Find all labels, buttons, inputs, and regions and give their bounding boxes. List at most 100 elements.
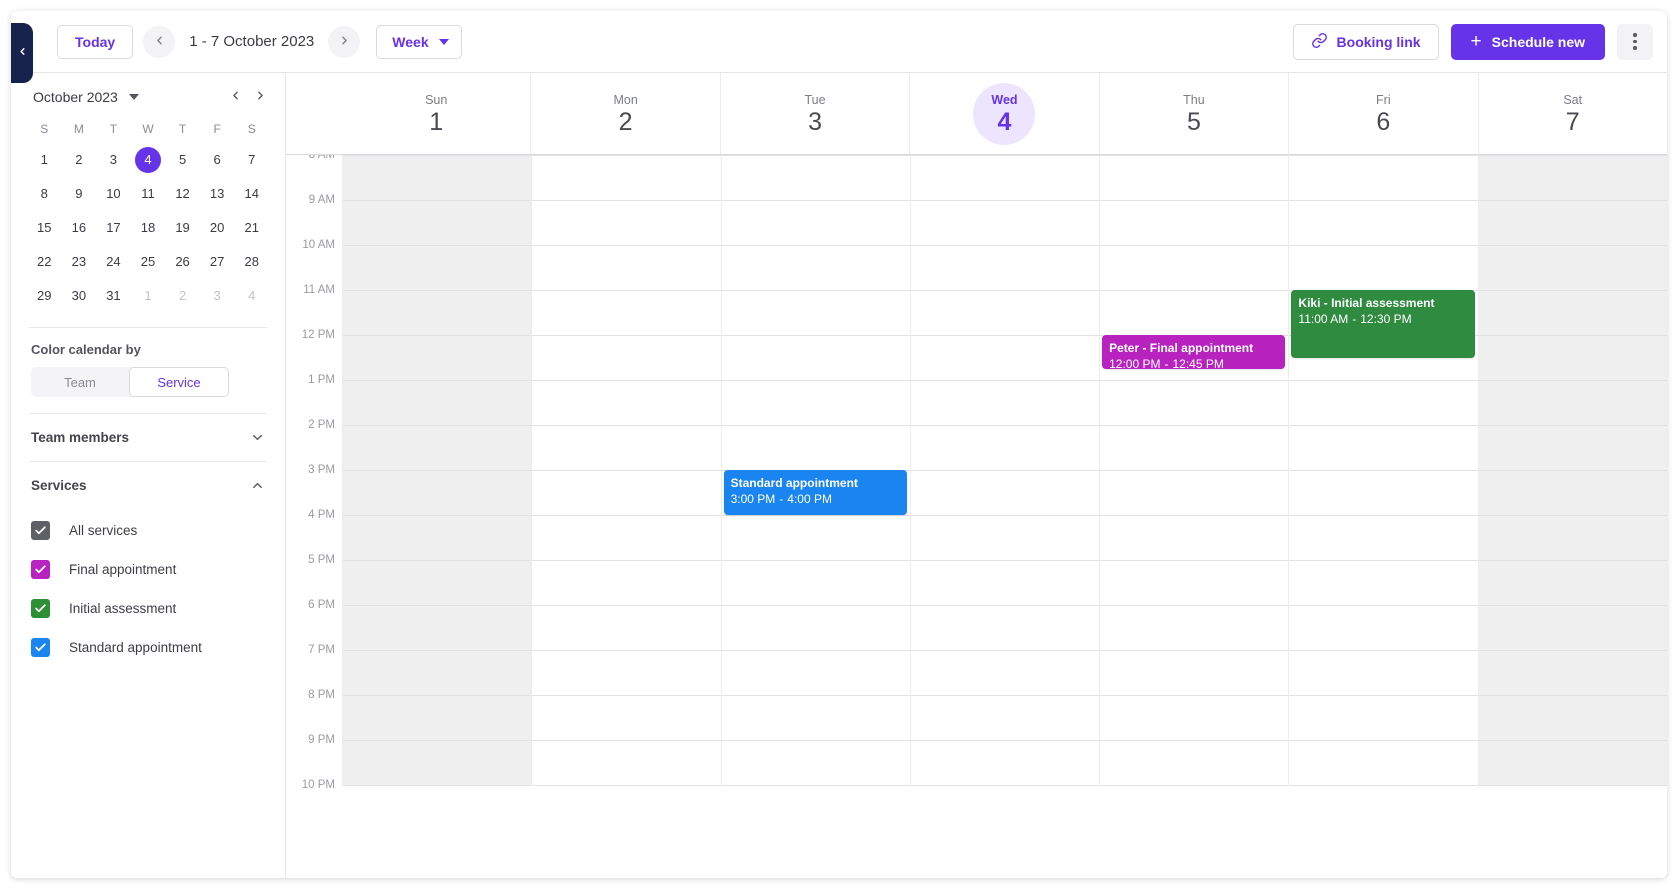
day-header-inner: Sun1 bbox=[405, 83, 467, 145]
day-column[interactable] bbox=[531, 155, 720, 785]
day-header[interactable]: Mon2 bbox=[530, 73, 719, 154]
day-column[interactable] bbox=[1478, 155, 1667, 785]
service-filter-row[interactable]: Final appointment bbox=[31, 550, 265, 589]
mini-calendar-day[interactable]: 11 bbox=[131, 179, 166, 209]
day-column[interactable] bbox=[910, 155, 1099, 785]
mini-calendar-day[interactable]: 24 bbox=[96, 247, 131, 277]
mini-calendar-day-selected[interactable]: 4 bbox=[131, 145, 166, 175]
mini-calendar-day[interactable]: 14 bbox=[234, 179, 269, 209]
mini-calendar-dow: T bbox=[96, 117, 131, 141]
mini-calendar-day[interactable]: 5 bbox=[165, 145, 200, 175]
team-members-section-toggle[interactable]: Team members bbox=[11, 414, 285, 461]
day-header[interactable]: Sun1 bbox=[342, 73, 530, 154]
mini-calendar-day[interactable]: 2 bbox=[62, 145, 97, 175]
mini-calendar-day[interactable]: 18 bbox=[131, 213, 166, 243]
day-header-cells: Sun1 Mon2Tue3Wed4Thu5Fri6Sat7 bbox=[342, 73, 1667, 154]
color-by-service-option[interactable]: Service bbox=[129, 367, 229, 397]
previous-week-button[interactable] bbox=[143, 26, 175, 58]
hour-gridline bbox=[343, 515, 531, 516]
service-filter-row[interactable]: Standard appointment bbox=[31, 628, 265, 667]
mini-calendar-grid: SMTWTFS123456789101112131415161718192021… bbox=[11, 111, 285, 311]
day-header[interactable]: Thu5 bbox=[1099, 73, 1288, 154]
hour-gridline bbox=[722, 605, 910, 606]
service-filter-row[interactable]: All services bbox=[31, 511, 265, 550]
hour-gridline bbox=[911, 155, 1099, 156]
mini-calendar-day[interactable]: 22 bbox=[27, 247, 62, 277]
mini-calendar-day[interactable]: 15 bbox=[27, 213, 62, 243]
day-header[interactable]: Tue3 bbox=[720, 73, 909, 154]
schedule-new-button[interactable]: + Schedule new bbox=[1451, 24, 1605, 60]
hour-gridline bbox=[722, 515, 910, 516]
mini-calendar-day[interactable]: 1 bbox=[131, 281, 166, 311]
mini-calendar-day[interactable]: 3 bbox=[96, 145, 131, 175]
mini-calendar-day[interactable]: 9 bbox=[62, 179, 97, 209]
mini-calendar-day[interactable]: 25 bbox=[131, 247, 166, 277]
mini-calendar-day[interactable]: 21 bbox=[234, 213, 269, 243]
day-header[interactable]: Fri6 bbox=[1288, 73, 1477, 154]
today-button[interactable]: Today bbox=[57, 25, 133, 59]
hour-gridline bbox=[911, 515, 1099, 516]
day-header-today[interactable]: Wed4 bbox=[909, 73, 1098, 154]
mini-calendar-day[interactable]: 19 bbox=[165, 213, 200, 243]
mini-calendar-day[interactable]: 26 bbox=[165, 247, 200, 277]
mini-calendar-day[interactable]: 8 bbox=[27, 179, 62, 209]
more-options-button[interactable] bbox=[1617, 24, 1653, 60]
mini-calendar-day[interactable]: 20 bbox=[200, 213, 235, 243]
calendar-event[interactable]: Standard appointment3:00 PM-4:00 PM bbox=[724, 470, 907, 515]
booking-link-button[interactable]: Booking link bbox=[1293, 24, 1439, 60]
mini-calendar-day[interactable]: 16 bbox=[62, 213, 97, 243]
mini-calendar-day[interactable]: 3 bbox=[200, 281, 235, 311]
hour-gridline bbox=[1479, 740, 1667, 741]
time-gutter-label: 10 AM bbox=[302, 239, 335, 251]
mini-calendar-day[interactable]: 2 bbox=[165, 281, 200, 311]
hour-gridline bbox=[1289, 785, 1477, 786]
checkbox-checked-icon[interactable] bbox=[31, 599, 50, 618]
day-header[interactable]: Sat7 bbox=[1478, 73, 1667, 154]
day-column[interactable]: Standard appointment3:00 PM-4:00 PM bbox=[721, 155, 910, 785]
mini-calendar-day[interactable]: 6 bbox=[200, 145, 235, 175]
mini-calendar-day[interactable]: 23 bbox=[62, 247, 97, 277]
day-column[interactable]: Peter - Final appointment12:00 PM-12:45 … bbox=[1099, 155, 1288, 785]
checkbox-checked-icon[interactable] bbox=[31, 638, 50, 657]
services-section-toggle[interactable]: Services bbox=[11, 462, 285, 509]
mini-calendar-next-button[interactable] bbox=[254, 89, 267, 105]
hour-gridline bbox=[532, 380, 720, 381]
service-filter-row[interactable]: Initial assessment bbox=[31, 589, 265, 628]
next-week-button[interactable] bbox=[328, 26, 360, 58]
mini-calendar-day[interactable]: 28 bbox=[234, 247, 269, 277]
chevron-down-icon[interactable] bbox=[129, 94, 139, 100]
mini-calendar-day-number: 21 bbox=[244, 220, 258, 235]
mini-calendar-day[interactable]: 31 bbox=[96, 281, 131, 311]
mini-calendar-prev-button[interactable] bbox=[229, 89, 242, 105]
mini-calendar-day[interactable]: 1 bbox=[27, 145, 62, 175]
hour-gridline bbox=[911, 425, 1099, 426]
calendar-grid-scroll[interactable]: 8 AM9 AM10 AM11 AM12 PM1 PM2 PM3 PM4 PM5… bbox=[286, 155, 1667, 878]
calendar-event[interactable]: Kiki - Initial assessment11:00 AM-12:30 … bbox=[1291, 290, 1474, 358]
mini-calendar-day[interactable]: 27 bbox=[200, 247, 235, 277]
hour-gridline bbox=[1289, 245, 1477, 246]
day-column[interactable] bbox=[342, 155, 531, 785]
color-by-team-option[interactable]: Team bbox=[31, 367, 129, 397]
mini-calendar-day[interactable]: 30 bbox=[62, 281, 97, 311]
checkbox-checked-icon[interactable] bbox=[31, 560, 50, 579]
view-selector-dropdown[interactable]: Week bbox=[376, 25, 461, 59]
hour-gridline bbox=[1479, 470, 1667, 471]
time-gutter-label: 6 PM bbox=[308, 599, 335, 611]
time-gutter: 8 AM9 AM10 AM11 AM12 PM1 PM2 PM3 PM4 PM5… bbox=[286, 155, 342, 785]
mini-calendar-day[interactable]: 10 bbox=[96, 179, 131, 209]
hour-gridline bbox=[722, 290, 910, 291]
hour-gridline bbox=[1479, 560, 1667, 561]
day-column[interactable]: Kiki - Initial assessment11:00 AM-12:30 … bbox=[1288, 155, 1477, 785]
mini-calendar-day[interactable]: 12 bbox=[165, 179, 200, 209]
hour-gridline bbox=[1100, 425, 1288, 426]
hour-gridline bbox=[722, 695, 910, 696]
hour-gridline bbox=[911, 290, 1099, 291]
mini-calendar-day[interactable]: 4 bbox=[234, 281, 269, 311]
calendar-event[interactable]: Peter - Final appointment12:00 PM-12:45 … bbox=[1102, 335, 1285, 369]
mini-calendar-day[interactable]: 29 bbox=[27, 281, 62, 311]
mini-calendar-day[interactable]: 17 bbox=[96, 213, 131, 243]
sidebar-collapse-button[interactable] bbox=[11, 23, 33, 83]
mini-calendar-day[interactable]: 7 bbox=[234, 145, 269, 175]
mini-calendar-day[interactable]: 13 bbox=[200, 179, 235, 209]
checkbox-checked-icon[interactable] bbox=[31, 521, 50, 540]
